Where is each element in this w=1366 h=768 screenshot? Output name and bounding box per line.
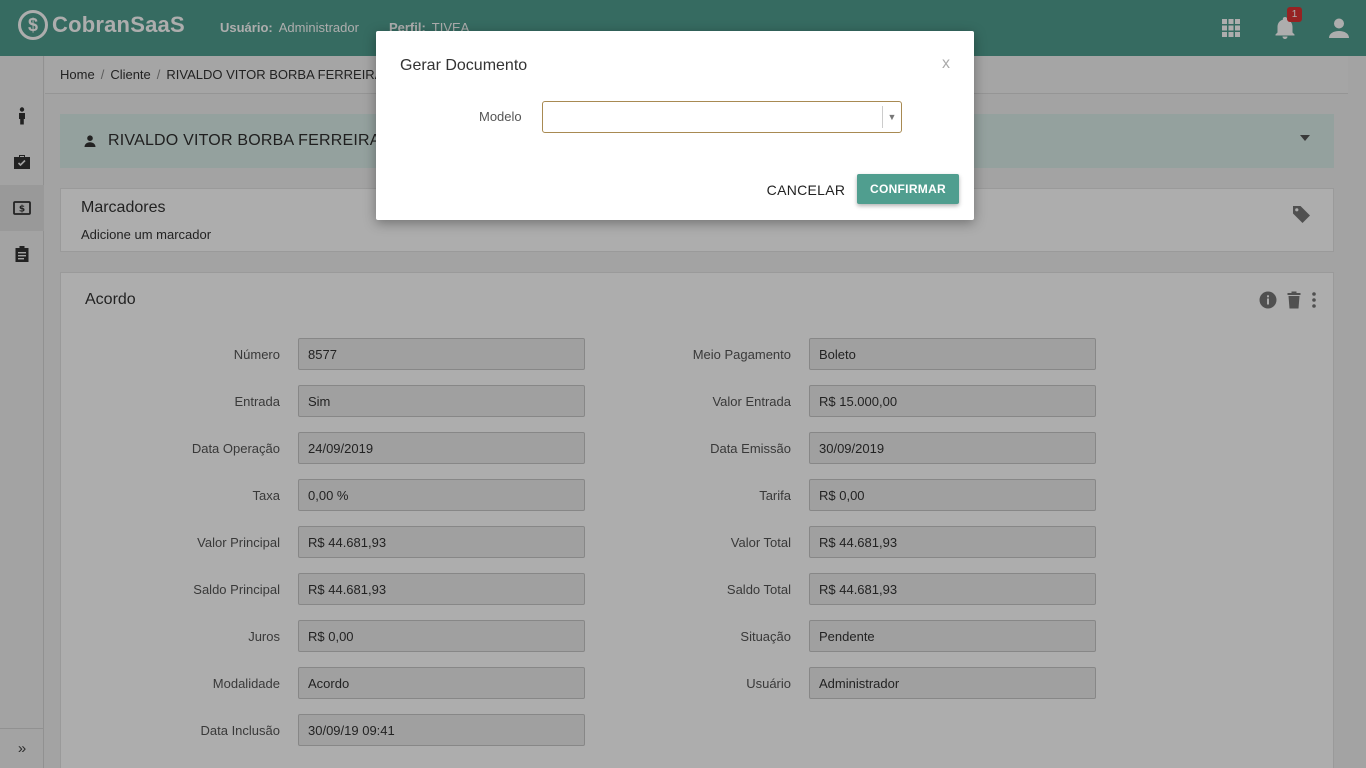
gerar-documento-dialog: Gerar Documento x Modelo ▼ CANCELAR CONF… [376, 31, 974, 220]
chevron-down-icon[interactable]: ▼ [882, 106, 901, 128]
confirm-button[interactable]: CONFIRMAR [857, 174, 959, 204]
modelo-select[interactable]: ▼ [542, 101, 902, 133]
modelo-label: Modelo [479, 109, 522, 124]
dialog-title: Gerar Documento [400, 57, 528, 74]
cancel-button[interactable]: CANCELAR [756, 175, 856, 205]
close-button[interactable]: x [942, 55, 950, 73]
